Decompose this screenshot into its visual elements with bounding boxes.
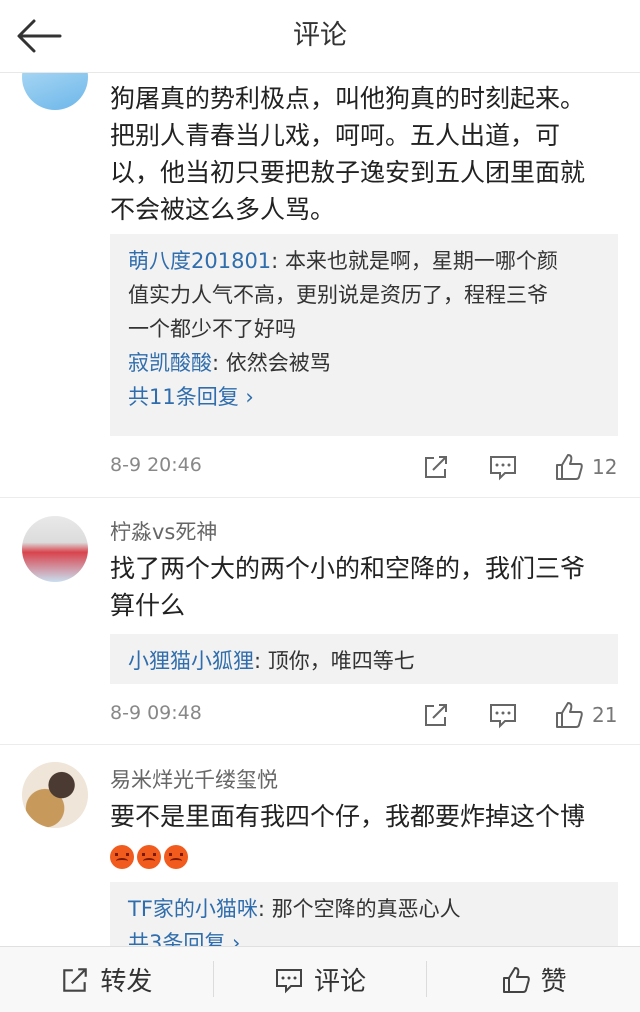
reply-username[interactable]: 小狸猫小狐狸 xyxy=(128,649,254,673)
comment-username[interactable]: 易米烊光千缕玺悦 xyxy=(110,764,278,794)
like-button[interactable]: 21 xyxy=(554,698,617,732)
forward-label: 转发 xyxy=(100,967,153,997)
thumbs-up-icon xyxy=(502,966,530,993)
comment-meta: 8-9 09:48 21 xyxy=(110,698,630,732)
reply-username[interactable]: 寂凯酸酸 xyxy=(128,351,212,375)
comment-username[interactable]: 柠淼vs死神 xyxy=(110,516,217,546)
comment-label: 评论 xyxy=(314,967,367,997)
comment-text: 要不是里面有我四个仔，我都要炸掉这个博 xyxy=(110,798,630,874)
reply-box[interactable]: 萌八度201801: 本来也就是啊，星期一哪个颜 值实力人气不高，更别说是资历了… xyxy=(110,234,618,436)
comment-time: 8-9 09:48 xyxy=(110,702,202,724)
angry-face-icon xyxy=(137,845,161,869)
reply-item: 萌八度201801: 本来也就是啊，星期一哪个颜 xyxy=(128,249,558,273)
reply-username[interactable]: 萌八度201801 xyxy=(128,249,271,273)
like-count: 12 xyxy=(592,455,618,479)
emoji-row xyxy=(110,835,630,874)
comment-time: 8-9 20:46 xyxy=(110,454,202,476)
angry-face-icon xyxy=(164,845,188,869)
comment-button[interactable]: 评论 xyxy=(214,947,427,1012)
thumbs-up-icon xyxy=(556,454,583,480)
thumbs-up-icon xyxy=(556,702,583,728)
share-icon[interactable] xyxy=(422,698,450,732)
avatar[interactable] xyxy=(22,762,88,828)
bottom-action-bar: 转发 评论 赞 xyxy=(0,946,640,1012)
more-replies-link[interactable]: 共11条回复 › xyxy=(110,380,618,414)
angry-face-icon xyxy=(110,845,134,869)
page-title: 评论 xyxy=(293,20,347,51)
comment-text: 狗屠真的势利极点，叫他狗真的时刻起来。 把别人青春当儿戏，呵呵。五人出道，可 以… xyxy=(110,84,586,224)
comment-icon[interactable] xyxy=(488,450,518,484)
top-bar: 评论 xyxy=(0,0,640,73)
comment-icon[interactable] xyxy=(488,698,518,732)
reply-username[interactable]: TF家的小猫咪 xyxy=(128,897,258,921)
share-icon[interactable] xyxy=(422,450,450,484)
like-label: 赞 xyxy=(540,967,567,997)
divider xyxy=(0,497,640,498)
reply-box[interactable]: 小狸猫小狐狸: 顶你，唯四等七 xyxy=(110,634,618,684)
share-icon xyxy=(63,967,88,992)
comment-text: 找了两个大的两个小的和空降的，我们三爷 算什么 xyxy=(110,554,586,620)
forward-button[interactable]: 转发 xyxy=(0,947,213,1012)
reply-item: 寂凯酸酸: 依然会被骂 xyxy=(128,351,331,375)
comment-icon xyxy=(276,968,302,993)
comment-meta: 8-9 20:46 12 xyxy=(110,450,630,484)
avatar[interactable] xyxy=(22,72,88,110)
more-replies-link[interactable]: 共3条回复 › xyxy=(110,926,618,946)
like-count: 21 xyxy=(592,703,618,727)
comment-list: 狗屠真的势利极点，叫他狗真的时刻起来。 把别人青春当儿戏，呵呵。五人出道，可 以… xyxy=(0,72,640,946)
reply-box[interactable]: TF家的小猫咪: 那个空降的真恶心人 共3条回复 › xyxy=(110,882,618,946)
reply-item: TF家的小猫咪: 那个空降的真恶心人 xyxy=(128,897,461,921)
like-button[interactable]: 赞 xyxy=(427,947,640,1012)
reply-item: 小狸猫小狐狸: 顶你，唯四等七 xyxy=(128,649,415,673)
avatar[interactable] xyxy=(22,516,88,582)
like-button[interactable]: 12 xyxy=(554,450,617,484)
divider xyxy=(0,744,640,745)
